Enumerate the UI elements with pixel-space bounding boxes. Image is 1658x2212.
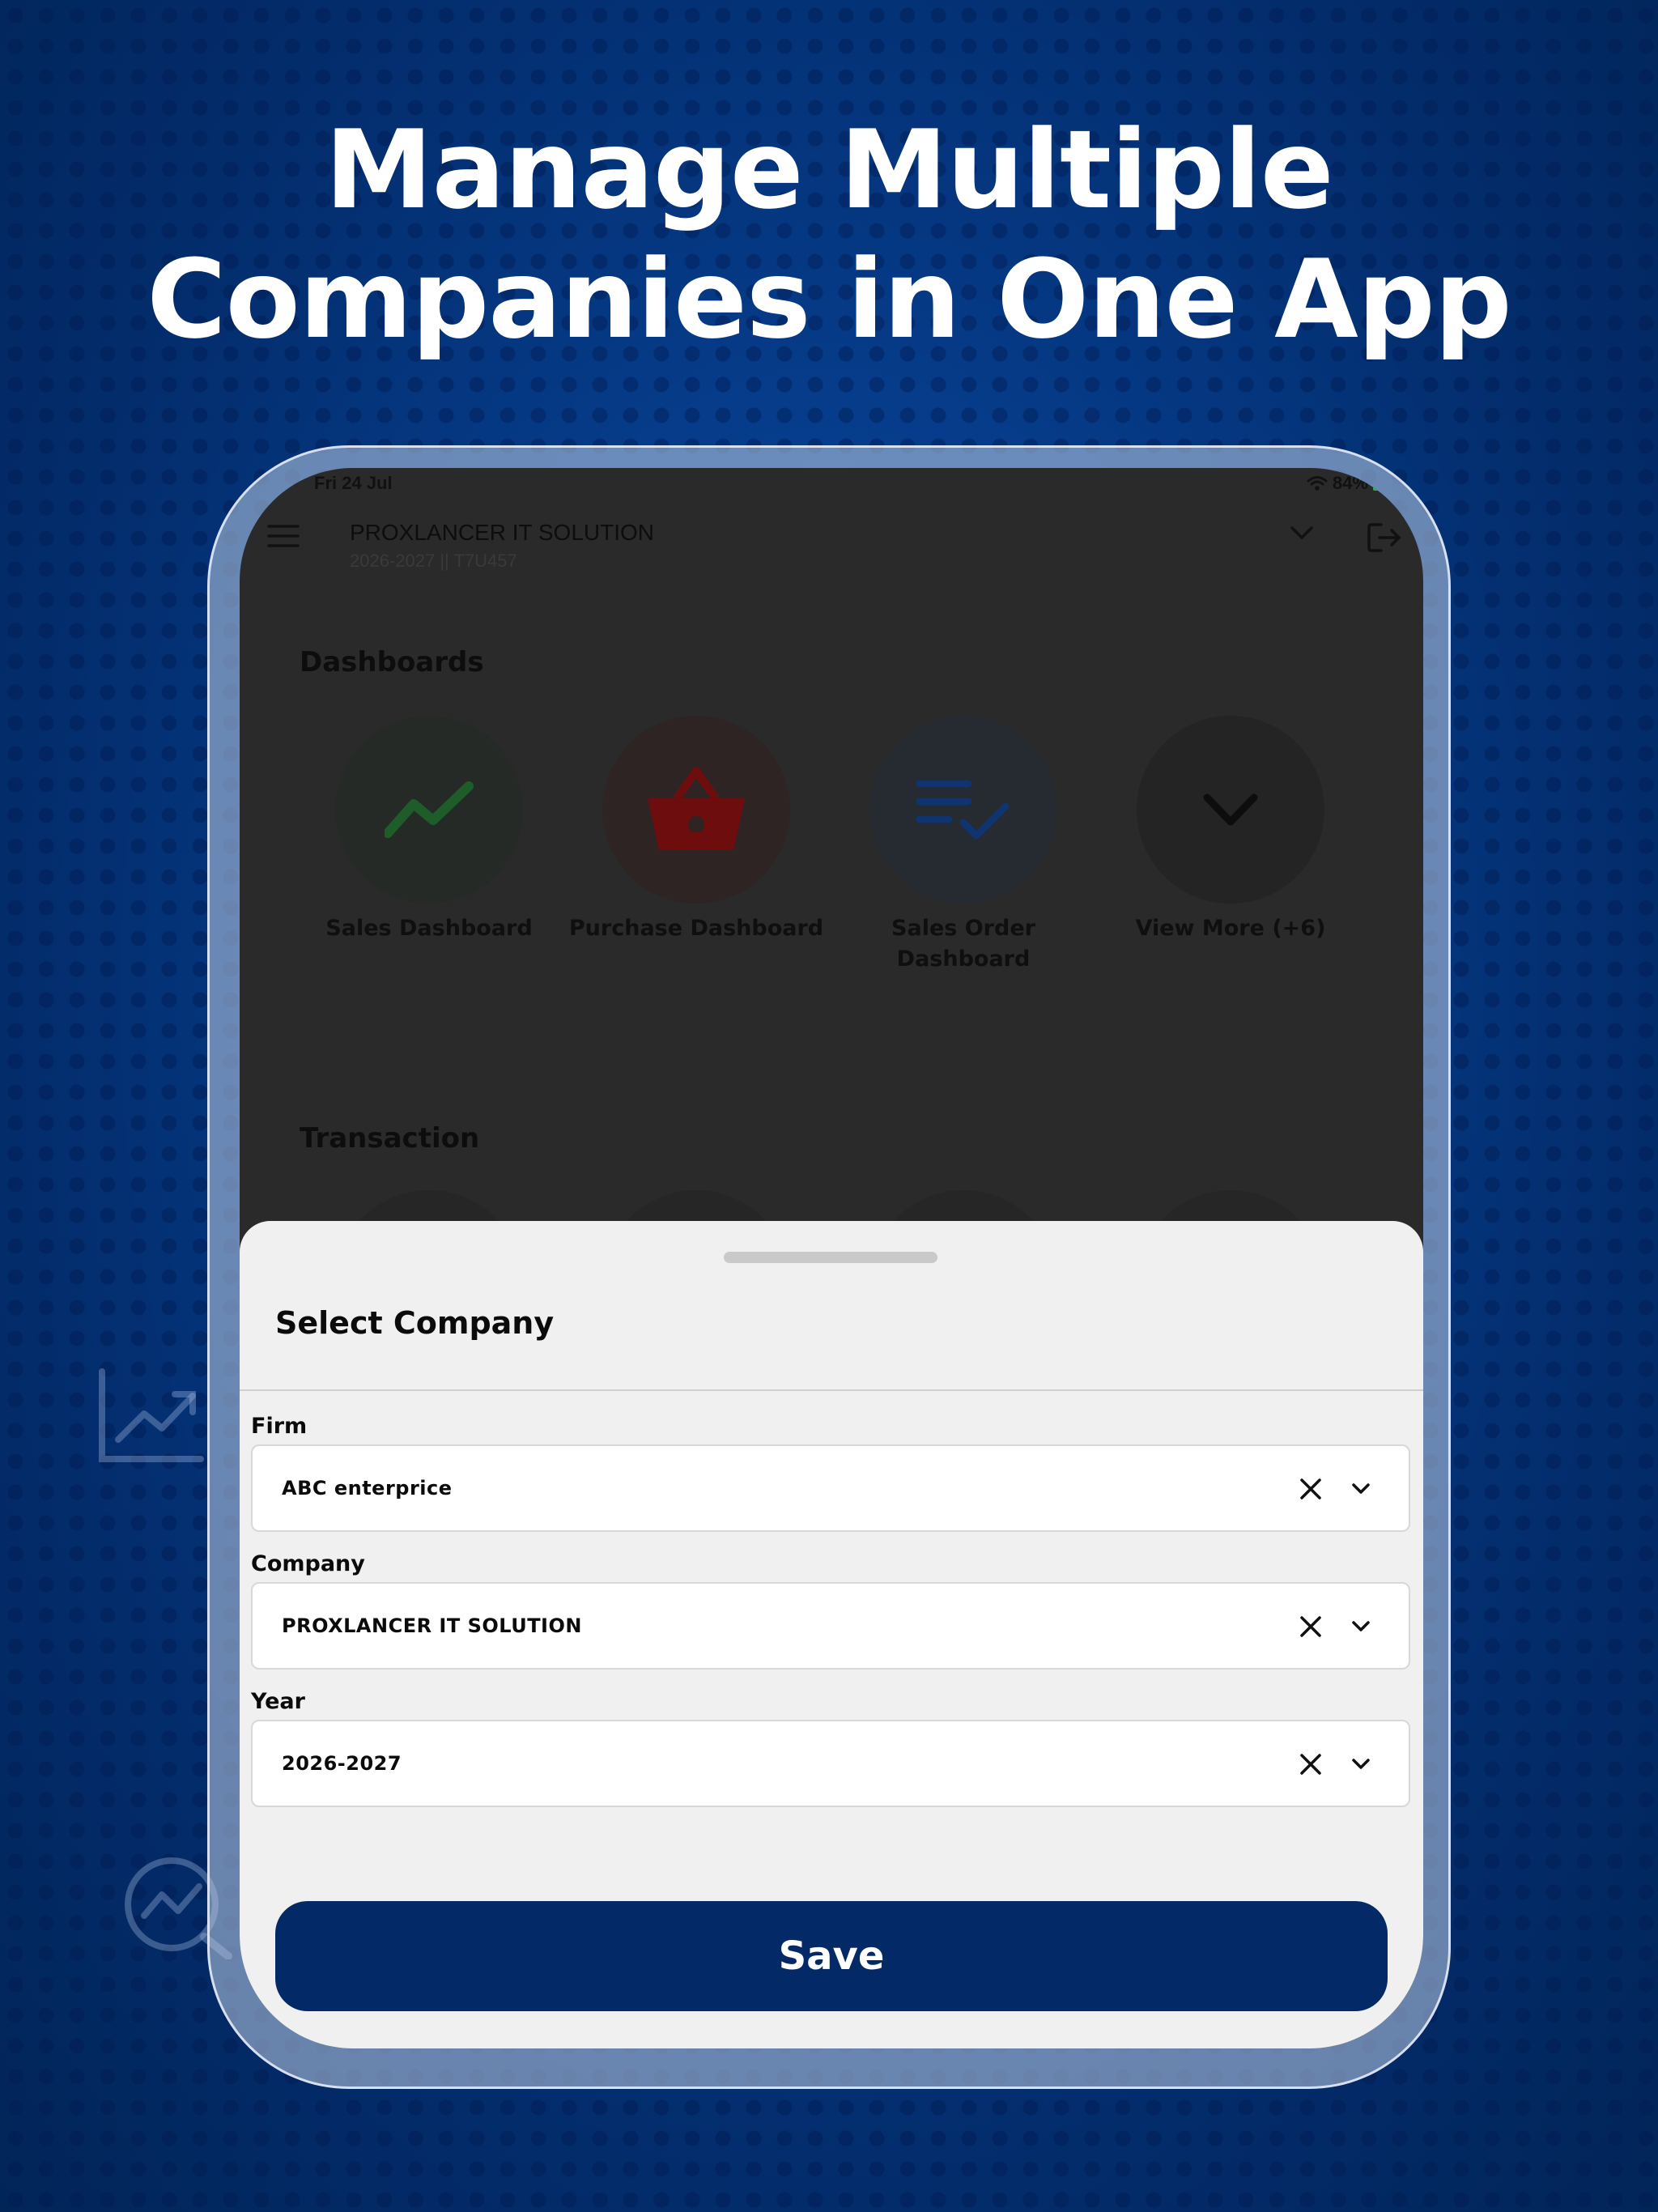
- headline-line-2: Companies in One App: [147, 236, 1511, 363]
- headline-line-1: Manage Multiple: [325, 107, 1333, 233]
- year-value: 2026-2027: [282, 1752, 402, 1775]
- purchase-dashboard-label: Purchase Dashboard: [568, 916, 824, 941]
- chevron-down-icon: [1203, 793, 1258, 826]
- battery-percent: 84%: [1332, 473, 1368, 493]
- year-label: Year: [251, 1689, 305, 1714]
- chevron-down-icon[interactable]: [1350, 1757, 1371, 1772]
- select-company-sheet: Select Company Firm ABC enterprice Compa…: [240, 1221, 1423, 2048]
- sheet-title: Select Company: [275, 1305, 555, 1341]
- sales-order-dashboard-tile[interactable]: Sales Order Dashboard: [834, 716, 1093, 975]
- status-bar: Fri 24 Jul 84%: [240, 468, 1423, 497]
- wifi-icon: [1307, 476, 1328, 491]
- trending-up-icon: [385, 781, 474, 838]
- year-select[interactable]: 2026-2027: [251, 1720, 1410, 1807]
- sheet-grabber[interactable]: [724, 1252, 937, 1263]
- sales-order-dashboard-label: Sales Order Dashboard: [891, 916, 1035, 972]
- chevron-down-icon[interactable]: [1350, 1619, 1371, 1634]
- marketing-headline: Manage Multiple Companies in One App: [0, 105, 1658, 364]
- view-more-tile[interactable]: View More (+6): [1101, 716, 1360, 944]
- view-more-circle: [1137, 716, 1324, 904]
- company-label: Company: [251, 1551, 365, 1576]
- logout-icon[interactable]: [1367, 521, 1402, 554]
- firm-value: ABC enterprice: [282, 1477, 453, 1499]
- clear-icon[interactable]: [1299, 1614, 1323, 1639]
- firm-label: Firm: [251, 1414, 308, 1439]
- status-indicators: 84%: [1307, 473, 1381, 494]
- battery-icon: [1373, 476, 1381, 491]
- view-more-label: View More (+6): [1135, 916, 1326, 941]
- tablet-screen: Fri 24 Jul 84% PROXLANCER IT SOLUTION 20…: [240, 468, 1423, 2048]
- firm-select[interactable]: ABC enterprice: [251, 1444, 1410, 1532]
- sales-order-dashboard-circle: [869, 716, 1057, 904]
- clear-icon[interactable]: [1299, 1477, 1323, 1501]
- clear-icon[interactable]: [1299, 1752, 1323, 1776]
- header-subtitle: 2026-2027 || T7U457: [350, 551, 517, 571]
- sales-dashboard-circle: [335, 716, 523, 904]
- header-company-name: PROXLANCER IT SOLUTION: [350, 520, 655, 545]
- sheet-divider: [240, 1389, 1423, 1391]
- dashboards-section-title: Dashboards: [300, 646, 484, 678]
- basket-icon: [648, 767, 745, 850]
- list-check-icon: [916, 780, 1010, 840]
- chevron-down-icon[interactable]: [1289, 523, 1315, 542]
- purchase-dashboard-circle: [602, 716, 790, 904]
- hamburger-menu-icon[interactable]: [267, 523, 300, 549]
- app-header: PROXLANCER IT SOLUTION 2026-2027 || T7U4…: [240, 508, 1423, 581]
- chart-decoration-icon: [99, 1368, 204, 1462]
- purchase-dashboard-tile[interactable]: Purchase Dashboard: [567, 716, 826, 944]
- chevron-down-icon[interactable]: [1350, 1482, 1371, 1496]
- company-select[interactable]: PROXLANCER IT SOLUTION: [251, 1582, 1410, 1670]
- status-date: Fri 24 Jul: [314, 473, 393, 493]
- transaction-section-title: Transaction: [300, 1122, 480, 1155]
- company-value: PROXLANCER IT SOLUTION: [282, 1614, 582, 1637]
- save-button[interactable]: Save: [275, 1901, 1388, 2011]
- sales-dashboard-label: Sales Dashboard: [325, 916, 533, 941]
- sales-dashboard-tile[interactable]: Sales Dashboard: [300, 716, 559, 944]
